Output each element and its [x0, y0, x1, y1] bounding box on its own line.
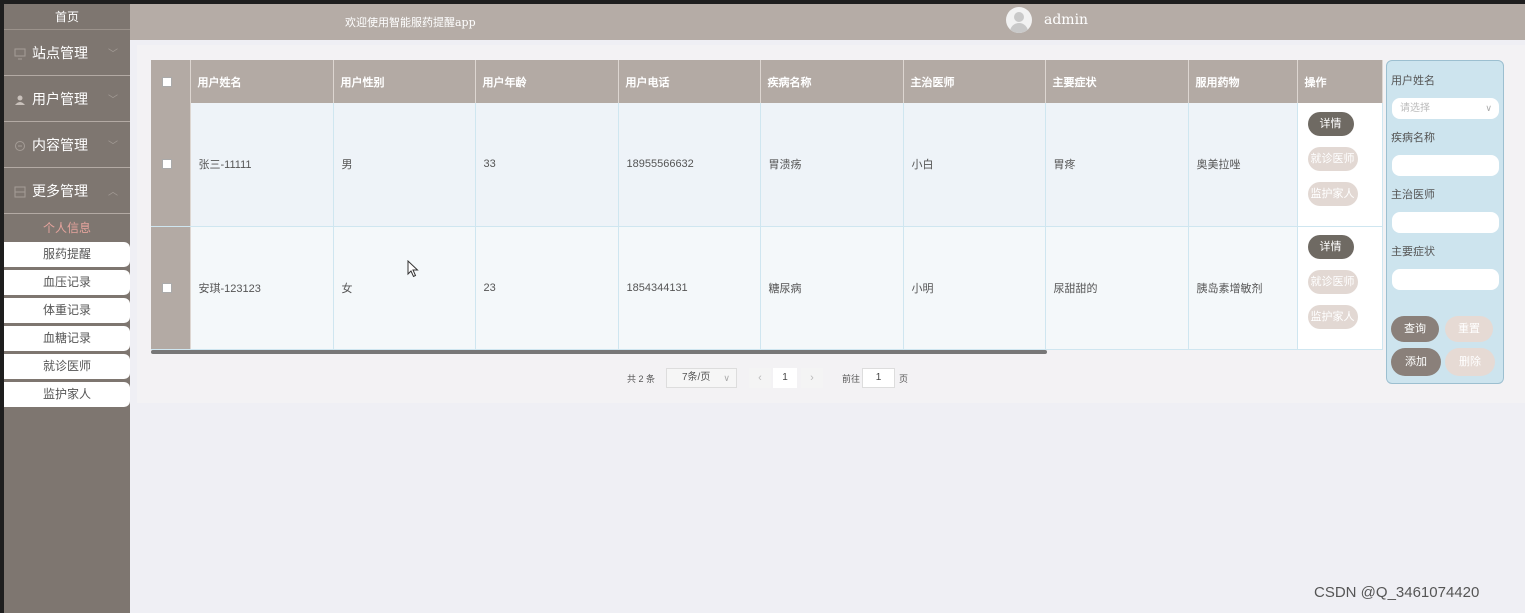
sidebar-group-user[interactable]: 用户管理 ﹀	[4, 76, 130, 122]
search-label-doctor: 主治医师	[1391, 189, 1435, 201]
chevron-down-icon: ∨	[723, 373, 730, 383]
chat-icon	[14, 139, 26, 151]
column-header: 操作	[1297, 60, 1383, 103]
goto-label: 前往	[842, 374, 861, 384]
column-header[interactable]: 用户姓名	[190, 60, 334, 103]
sidebar-group-label: 站点管理	[32, 44, 88, 61]
column-header[interactable]: 主要症状	[1045, 60, 1189, 103]
horizontal-scrollbar[interactable]	[151, 350, 1047, 354]
cell-gender: 女	[333, 226, 476, 350]
sidebar-home[interactable]: 首页	[4, 4, 130, 30]
visit-doctor-button[interactable]: 就诊医师	[1307, 146, 1358, 171]
name-select-placeholder: 请选择	[1400, 103, 1430, 114]
cell-phone: 1854344131	[618, 226, 761, 350]
cell-doctor: 小明	[903, 226, 1046, 350]
cell-drug: 胰岛素增敏剂	[1188, 226, 1298, 350]
row-checkbox-cell	[151, 103, 191, 227]
column-header[interactable]: 用户电话	[618, 60, 761, 103]
chevron-down-icon: ∨	[1485, 103, 1492, 113]
sidebar-subitem-doctor[interactable]: 就诊医师	[4, 354, 130, 379]
sidebar-group-label: 内容管理	[32, 136, 88, 153]
name-select[interactable]: 请选择 ∨	[1392, 98, 1499, 119]
delete-button[interactable]: 删除	[1445, 348, 1495, 376]
column-header[interactable]: 用户性别	[333, 60, 476, 103]
guardian-button[interactable]: 监护家人	[1307, 181, 1358, 206]
symptom-input[interactable]	[1392, 269, 1499, 290]
cell-gender: 男	[333, 103, 476, 227]
sidebar-subitem-personal-info[interactable]: 个人信息	[4, 214, 130, 242]
top-header: 欢迎使用智能服药提醒app admin	[130, 4, 1525, 40]
search-label-name: 用户姓名	[1391, 75, 1435, 87]
detail-button[interactable]: 详情	[1307, 235, 1354, 259]
select-all-checkbox[interactable]	[162, 76, 172, 87]
avatar[interactable]	[1006, 7, 1032, 33]
cell-actions: 详情 就诊医师 监护家人	[1297, 103, 1383, 227]
cell-phone: 18955566632	[618, 103, 761, 227]
doctor-input[interactable]	[1392, 212, 1499, 233]
cell-doctor: 小白	[903, 103, 1046, 227]
sidebar-group-site[interactable]: 站点管理 ﹀	[4, 30, 130, 76]
disease-input[interactable]	[1392, 155, 1499, 176]
sidebar-group-more[interactable]: 更多管理 ︿	[4, 168, 130, 214]
row-checkbox[interactable]	[162, 159, 172, 170]
row-checkbox[interactable]	[162, 282, 172, 293]
search-label-symptom: 主要症状	[1391, 246, 1435, 258]
sidebar-group-label: 用户管理	[32, 90, 88, 107]
detail-button[interactable]: 详情	[1307, 111, 1354, 136]
app-title: 欢迎使用智能服药提醒app	[345, 16, 476, 29]
user-icon	[14, 93, 26, 105]
guardian-button[interactable]: 监护家人	[1307, 305, 1358, 329]
table-row: 张三-11111 男 33 18955566632 胃溃疡 小白 胃疼 奥美拉唑…	[151, 103, 1383, 227]
column-header[interactable]: 疾病名称	[760, 60, 904, 103]
column-header[interactable]: 服用药物	[1188, 60, 1298, 103]
cell-symptom: 尿甜甜的	[1045, 226, 1189, 350]
cell-age: 23	[475, 226, 619, 350]
chevron-up-icon: ︿	[108, 187, 118, 198]
cell-age: 33	[475, 103, 619, 227]
cell-drug: 奥美拉唑	[1188, 103, 1298, 227]
column-header[interactable]: 主治医师	[903, 60, 1046, 103]
reset-button[interactable]: 重置	[1445, 316, 1493, 342]
cell-disease: 胃溃疡	[760, 103, 904, 227]
chevron-down-icon: ﹀	[108, 141, 118, 152]
data-table: 用户姓名 用户性别 用户年龄 用户电话 疾病名称 主治医师 主要症状 服用药物 …	[151, 60, 1383, 350]
sidebar-subitem-guardian[interactable]: 监护家人	[4, 382, 130, 407]
page-suffix: 页	[899, 374, 909, 384]
prev-page-button[interactable]: ‹	[749, 368, 771, 388]
page-size-value: 7条/页	[682, 372, 711, 383]
cell-name: 张三-11111	[190, 103, 334, 227]
chevron-down-icon: ﹀	[108, 95, 118, 106]
row-checkbox-cell	[151, 226, 191, 350]
mouse-cursor-icon	[407, 260, 419, 278]
sidebar-subitem-blood-sugar[interactable]: 血糖记录	[4, 326, 130, 351]
column-header[interactable]: 用户年龄	[475, 60, 619, 103]
cell-disease: 糖尿病	[760, 226, 904, 350]
page-number[interactable]: 1	[773, 368, 797, 388]
pagination-total: 共 2 条	[627, 374, 656, 384]
table-row: 安琪-123123 女 23 1854344131 糖尿病 小明 尿甜甜的 胰岛…	[151, 226, 1383, 350]
watermark: CSDN @Q_3461074420	[1314, 584, 1480, 601]
sidebar-group-label: 更多管理	[32, 182, 88, 199]
cell-actions: 详情 就诊医师 监护家人	[1297, 226, 1383, 350]
monitor-icon	[14, 47, 26, 59]
visit-doctor-button[interactable]: 就诊医师	[1307, 270, 1358, 294]
select-all-checkbox-cell	[151, 60, 191, 103]
cell-symptom: 胃疼	[1045, 103, 1189, 227]
page-size-select[interactable]: 7条/页 ∨	[666, 368, 737, 388]
sidebar-subitem-weight[interactable]: 体重记录	[4, 298, 130, 323]
username[interactable]: admin	[1044, 12, 1088, 28]
sidebar-group-content[interactable]: 内容管理 ﹀	[4, 122, 130, 168]
search-panel: 用户姓名 请选择 ∨ 疾病名称 主治医师 主要症状 查询 重置 添加 删除	[1386, 60, 1504, 384]
chevron-down-icon: ﹀	[108, 49, 118, 60]
query-button[interactable]: 查询	[1391, 316, 1439, 342]
sidebar: 首页 站点管理 ﹀ 用户管理 ﹀ 内容管理 ﹀ 更多管理 ︿ 个人信息 服药提醒…	[4, 4, 130, 613]
goto-page-input[interactable]: 1	[862, 368, 895, 388]
search-label-disease: 疾病名称	[1391, 132, 1435, 144]
sidebar-subitem-medication-reminder[interactable]: 服药提醒	[4, 242, 130, 267]
add-button[interactable]: 添加	[1391, 348, 1441, 376]
cell-name: 安琪-123123	[190, 226, 334, 350]
grid-icon	[14, 185, 26, 197]
next-page-button[interactable]: ›	[801, 368, 823, 388]
sidebar-subitem-blood-pressure[interactable]: 血压记录	[4, 270, 130, 295]
